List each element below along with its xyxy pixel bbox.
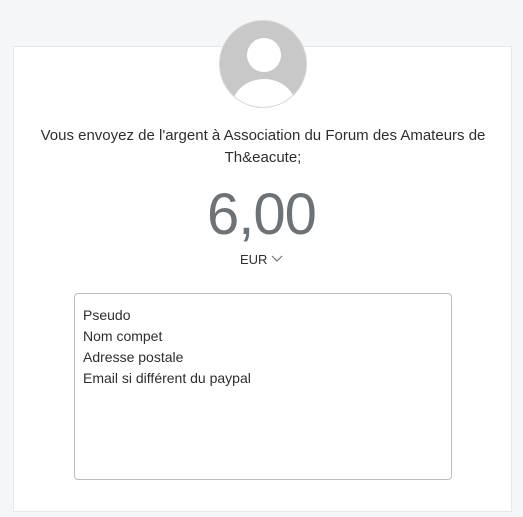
page: Vous envoyez de l'argent à Association d…	[0, 0, 523, 517]
note-line: Pseudo	[83, 307, 131, 323]
chevron-down-icon	[271, 255, 283, 263]
currency-selector[interactable]: EUR	[240, 249, 283, 269]
recipient-avatar-icon	[219, 20, 307, 108]
note-line: Nom compet	[83, 328, 163, 344]
recipient-message: Vous envoyez de l'argent à Association d…	[40, 127, 486, 166]
payment-amount: 6,00	[207, 182, 317, 247]
note-textarea[interactable]: Pseudo Nom compet Adresse postale Email …	[74, 293, 452, 480]
note-line: Adresse postale	[83, 349, 184, 365]
currency-label: EUR	[240, 251, 268, 267]
note-line: Email si différent du paypal	[83, 370, 251, 386]
